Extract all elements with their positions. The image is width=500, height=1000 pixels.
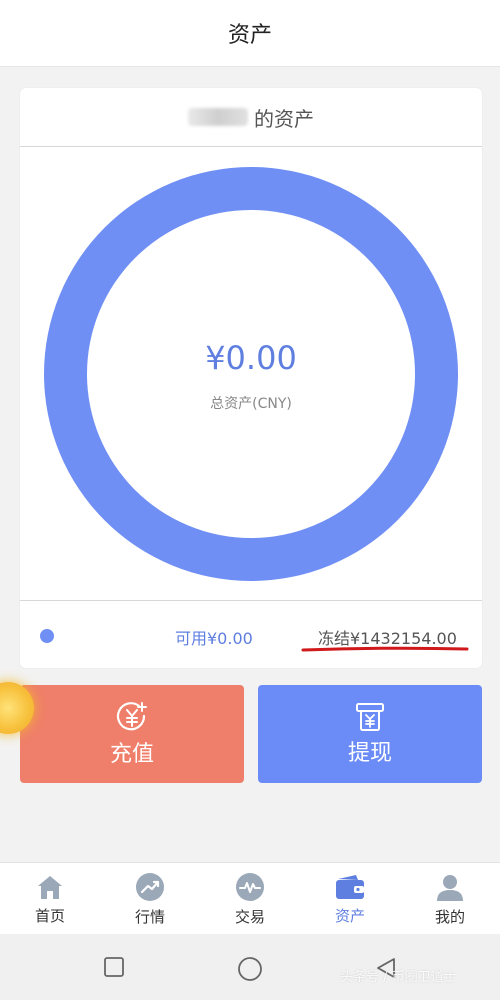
asset-owner-label: 的资产 bbox=[254, 106, 314, 131]
wallet-icon bbox=[336, 874, 364, 899]
tab-market[interactable]: 行情 bbox=[100, 863, 200, 935]
trend-icon bbox=[136, 872, 164, 901]
red-underline-annotation bbox=[301, 646, 469, 652]
trade-icon bbox=[236, 872, 264, 901]
home-circle-icon[interactable] bbox=[237, 956, 263, 982]
legend-dot bbox=[40, 629, 54, 643]
user-icon bbox=[437, 874, 463, 901]
page-title: 资产 bbox=[227, 23, 272, 48]
tab-home[interactable]: 首页 bbox=[0, 863, 100, 935]
top-header: 资产 bbox=[0, 0, 500, 67]
tab-mine[interactable]: 我的 bbox=[400, 863, 500, 935]
withdraw-label: 提现 bbox=[347, 741, 392, 766]
available-balance: 可用¥0.00 bbox=[175, 629, 253, 648]
asset-card: 的资产 ¥0.00 总资产(CNY) 可用¥0.00 冻结¥1432154.00 bbox=[20, 88, 482, 668]
tab-home-label: 首页 bbox=[34, 906, 65, 925]
tab-assets[interactable]: 资产 bbox=[300, 863, 400, 935]
home-icon bbox=[38, 875, 62, 899]
total-asset-amount: ¥0.00 bbox=[205, 339, 297, 377]
tab-trade[interactable]: 交易 bbox=[200, 863, 300, 935]
recharge-label: 充值 bbox=[109, 742, 154, 767]
recharge-button[interactable]: 充值 bbox=[20, 685, 244, 783]
total-asset-label: 总资产(CNY) bbox=[210, 396, 292, 412]
watermark-text: 头条号 / 币圈卫道士 bbox=[340, 970, 457, 985]
asset-card-header: 的资产 bbox=[20, 88, 482, 147]
withdraw-button[interactable]: 提现 bbox=[258, 685, 482, 783]
tab-market-label: 行情 bbox=[134, 907, 165, 926]
tab-trade-label: 交易 bbox=[234, 907, 265, 926]
recent-apps-icon[interactable] bbox=[103, 956, 125, 978]
card-divider bbox=[20, 600, 482, 601]
recharge-icon bbox=[116, 702, 147, 731]
withdraw-icon bbox=[356, 703, 384, 731]
blurred-username bbox=[188, 108, 248, 126]
tab-mine-label: 我的 bbox=[434, 907, 465, 926]
bottom-tab-bar: 首页 行情 交易 资产 我的 bbox=[0, 862, 500, 935]
tab-assets-label: 资产 bbox=[334, 906, 365, 925]
